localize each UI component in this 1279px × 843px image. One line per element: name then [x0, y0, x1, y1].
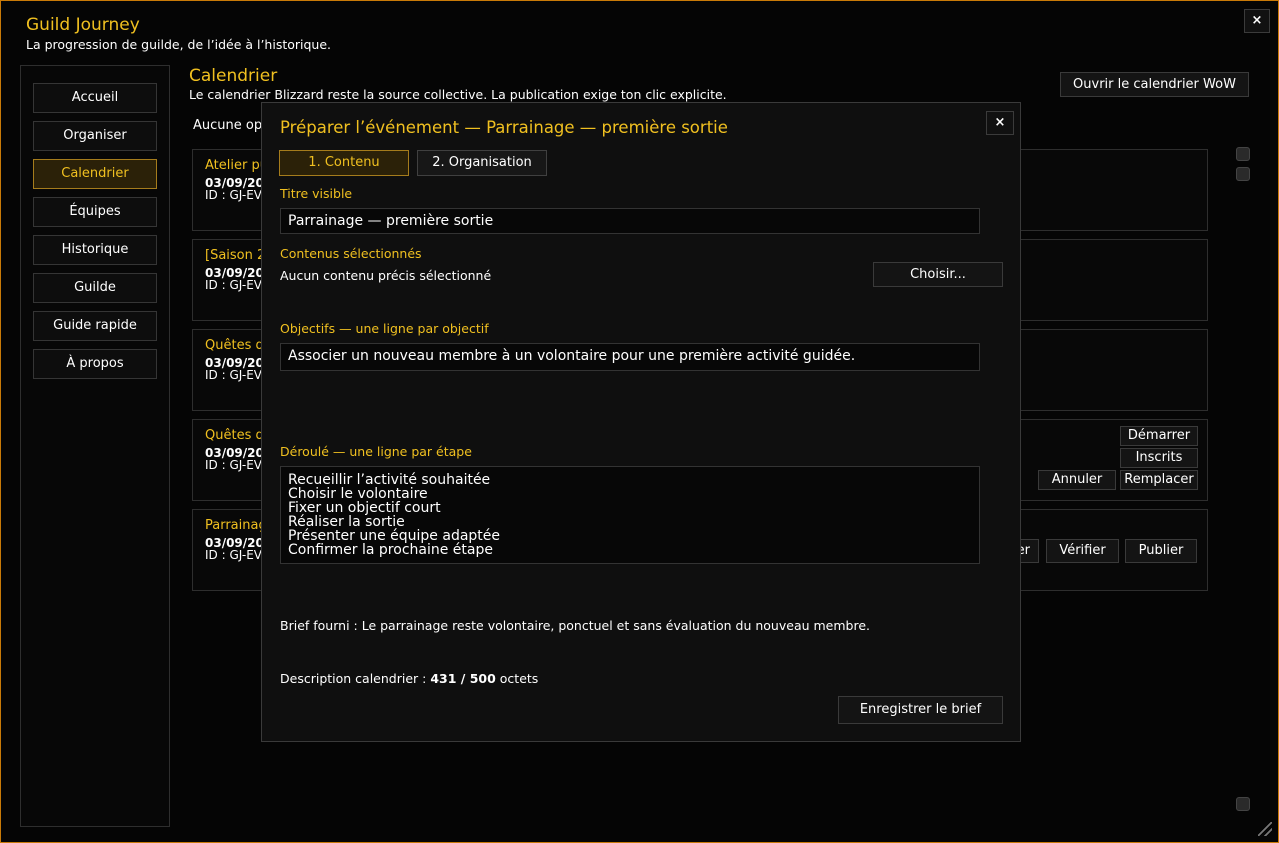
- scroll-up-icon[interactable]: [1236, 147, 1250, 161]
- sidebar-item-a-propos[interactable]: À propos: [33, 349, 157, 379]
- start-button[interactable]: Démarrer: [1120, 426, 1198, 446]
- cancel-event-button[interactable]: Annuler: [1038, 470, 1116, 490]
- page-description: Le calendrier Blizzard reste la source c…: [189, 87, 727, 102]
- step-line: Présenter une équipe adaptée: [288, 528, 501, 544]
- description-size-suffix: octets: [495, 671, 539, 686]
- brief-text: Brief fourni : Le parrainage reste volon…: [280, 618, 871, 633]
- event-title: [Saison 2: [205, 248, 266, 263]
- app-title: Guild Journey: [26, 15, 140, 35]
- scroll-down-icon[interactable]: [1236, 797, 1250, 811]
- description-size-text: Description calendrier : 431 / 500 octet…: [280, 671, 538, 686]
- app-subtitle: La progression de guilde, de l’idée à l’…: [26, 37, 332, 52]
- tab-organisation[interactable]: 2. Organisation: [417, 150, 547, 176]
- replace-button[interactable]: Remplacer: [1120, 470, 1198, 490]
- sidebar: Accueil Organiser Calendrier Équipes His…: [20, 65, 170, 827]
- sidebar-item-accueil[interactable]: Accueil: [33, 83, 157, 113]
- choose-content-button[interactable]: Choisir...: [873, 262, 1003, 287]
- event-id: ID : GJ-EV: [205, 188, 262, 202]
- event-id: ID : GJ-EV: [205, 548, 262, 562]
- step-line: Recueillir l’activité souhaitée: [288, 472, 491, 488]
- page-title: Calendrier: [189, 66, 278, 86]
- description-size-count: 431 / 500: [430, 671, 496, 686]
- verify-button[interactable]: Vérifier: [1046, 539, 1119, 563]
- step-line: Choisir le volontaire: [288, 486, 428, 502]
- dialog-title: Préparer l’événement — Parrainage — prem…: [280, 118, 728, 137]
- description-size-prefix: Description calendrier :: [280, 671, 431, 686]
- event-id: ID : GJ-EV: [205, 368, 262, 382]
- app-window: Guild Journey La progression de guilde, …: [0, 0, 1279, 843]
- tab-contenu[interactable]: 1. Contenu: [279, 150, 409, 176]
- sidebar-item-guilde[interactable]: Guilde: [33, 273, 157, 303]
- objectives-label: Objectifs — une ligne par objectif: [280, 321, 489, 336]
- open-wow-calendar-button[interactable]: Ouvrir le calendrier WoW: [1060, 72, 1249, 97]
- selected-content-label: Contenus sélectionnés: [280, 246, 422, 261]
- steps-label: Déroulé — une ligne par étape: [280, 444, 472, 459]
- steps-textarea[interactable]: Recueillir l’activité souhaitée Choisir …: [280, 466, 980, 564]
- save-brief-button[interactable]: Enregistrer le brief: [838, 696, 1003, 724]
- event-title: Atelier pu: [205, 158, 268, 173]
- registered-button[interactable]: Inscrits: [1120, 448, 1198, 468]
- visible-title-label: Titre visible: [280, 186, 353, 201]
- step-line: Fixer un objectif court: [288, 500, 441, 516]
- sidebar-item-guide-rapide[interactable]: Guide rapide: [33, 311, 157, 341]
- sidebar-item-equipes[interactable]: Équipes: [33, 197, 157, 227]
- event-title: Quêtes d: [205, 338, 264, 353]
- sidebar-item-calendrier[interactable]: Calendrier: [33, 159, 157, 189]
- event-id: ID : GJ-EV: [205, 278, 262, 292]
- event-title: Quêtes d: [205, 428, 264, 443]
- window-close-button[interactable]: ×: [1244, 9, 1270, 33]
- event-title: Parrainag: [205, 518, 267, 533]
- resize-grip-icon[interactable]: [1258, 822, 1272, 836]
- event-id: ID : GJ-EV: [205, 458, 262, 472]
- empty-operations-text: Aucune op: [193, 118, 263, 133]
- visible-title-input[interactable]: Parrainage — première sortie: [280, 208, 980, 234]
- objectives-input[interactable]: Associer un nouveau membre à un volontai…: [280, 343, 980, 371]
- step-line: Confirmer la prochaine étape: [288, 542, 493, 558]
- sidebar-item-organiser[interactable]: Organiser: [33, 121, 157, 151]
- sidebar-item-historique[interactable]: Historique: [33, 235, 157, 265]
- step-line: Réaliser la sortie: [288, 514, 405, 530]
- scroll-thumb-icon[interactable]: [1236, 167, 1250, 181]
- dialog-close-button[interactable]: ×: [986, 111, 1014, 135]
- selected-content-value: Aucun contenu précis sélectionné: [280, 268, 492, 283]
- publish-button[interactable]: Publier: [1125, 539, 1197, 563]
- prepare-event-dialog: Préparer l’événement — Parrainage — prem…: [261, 102, 1021, 742]
